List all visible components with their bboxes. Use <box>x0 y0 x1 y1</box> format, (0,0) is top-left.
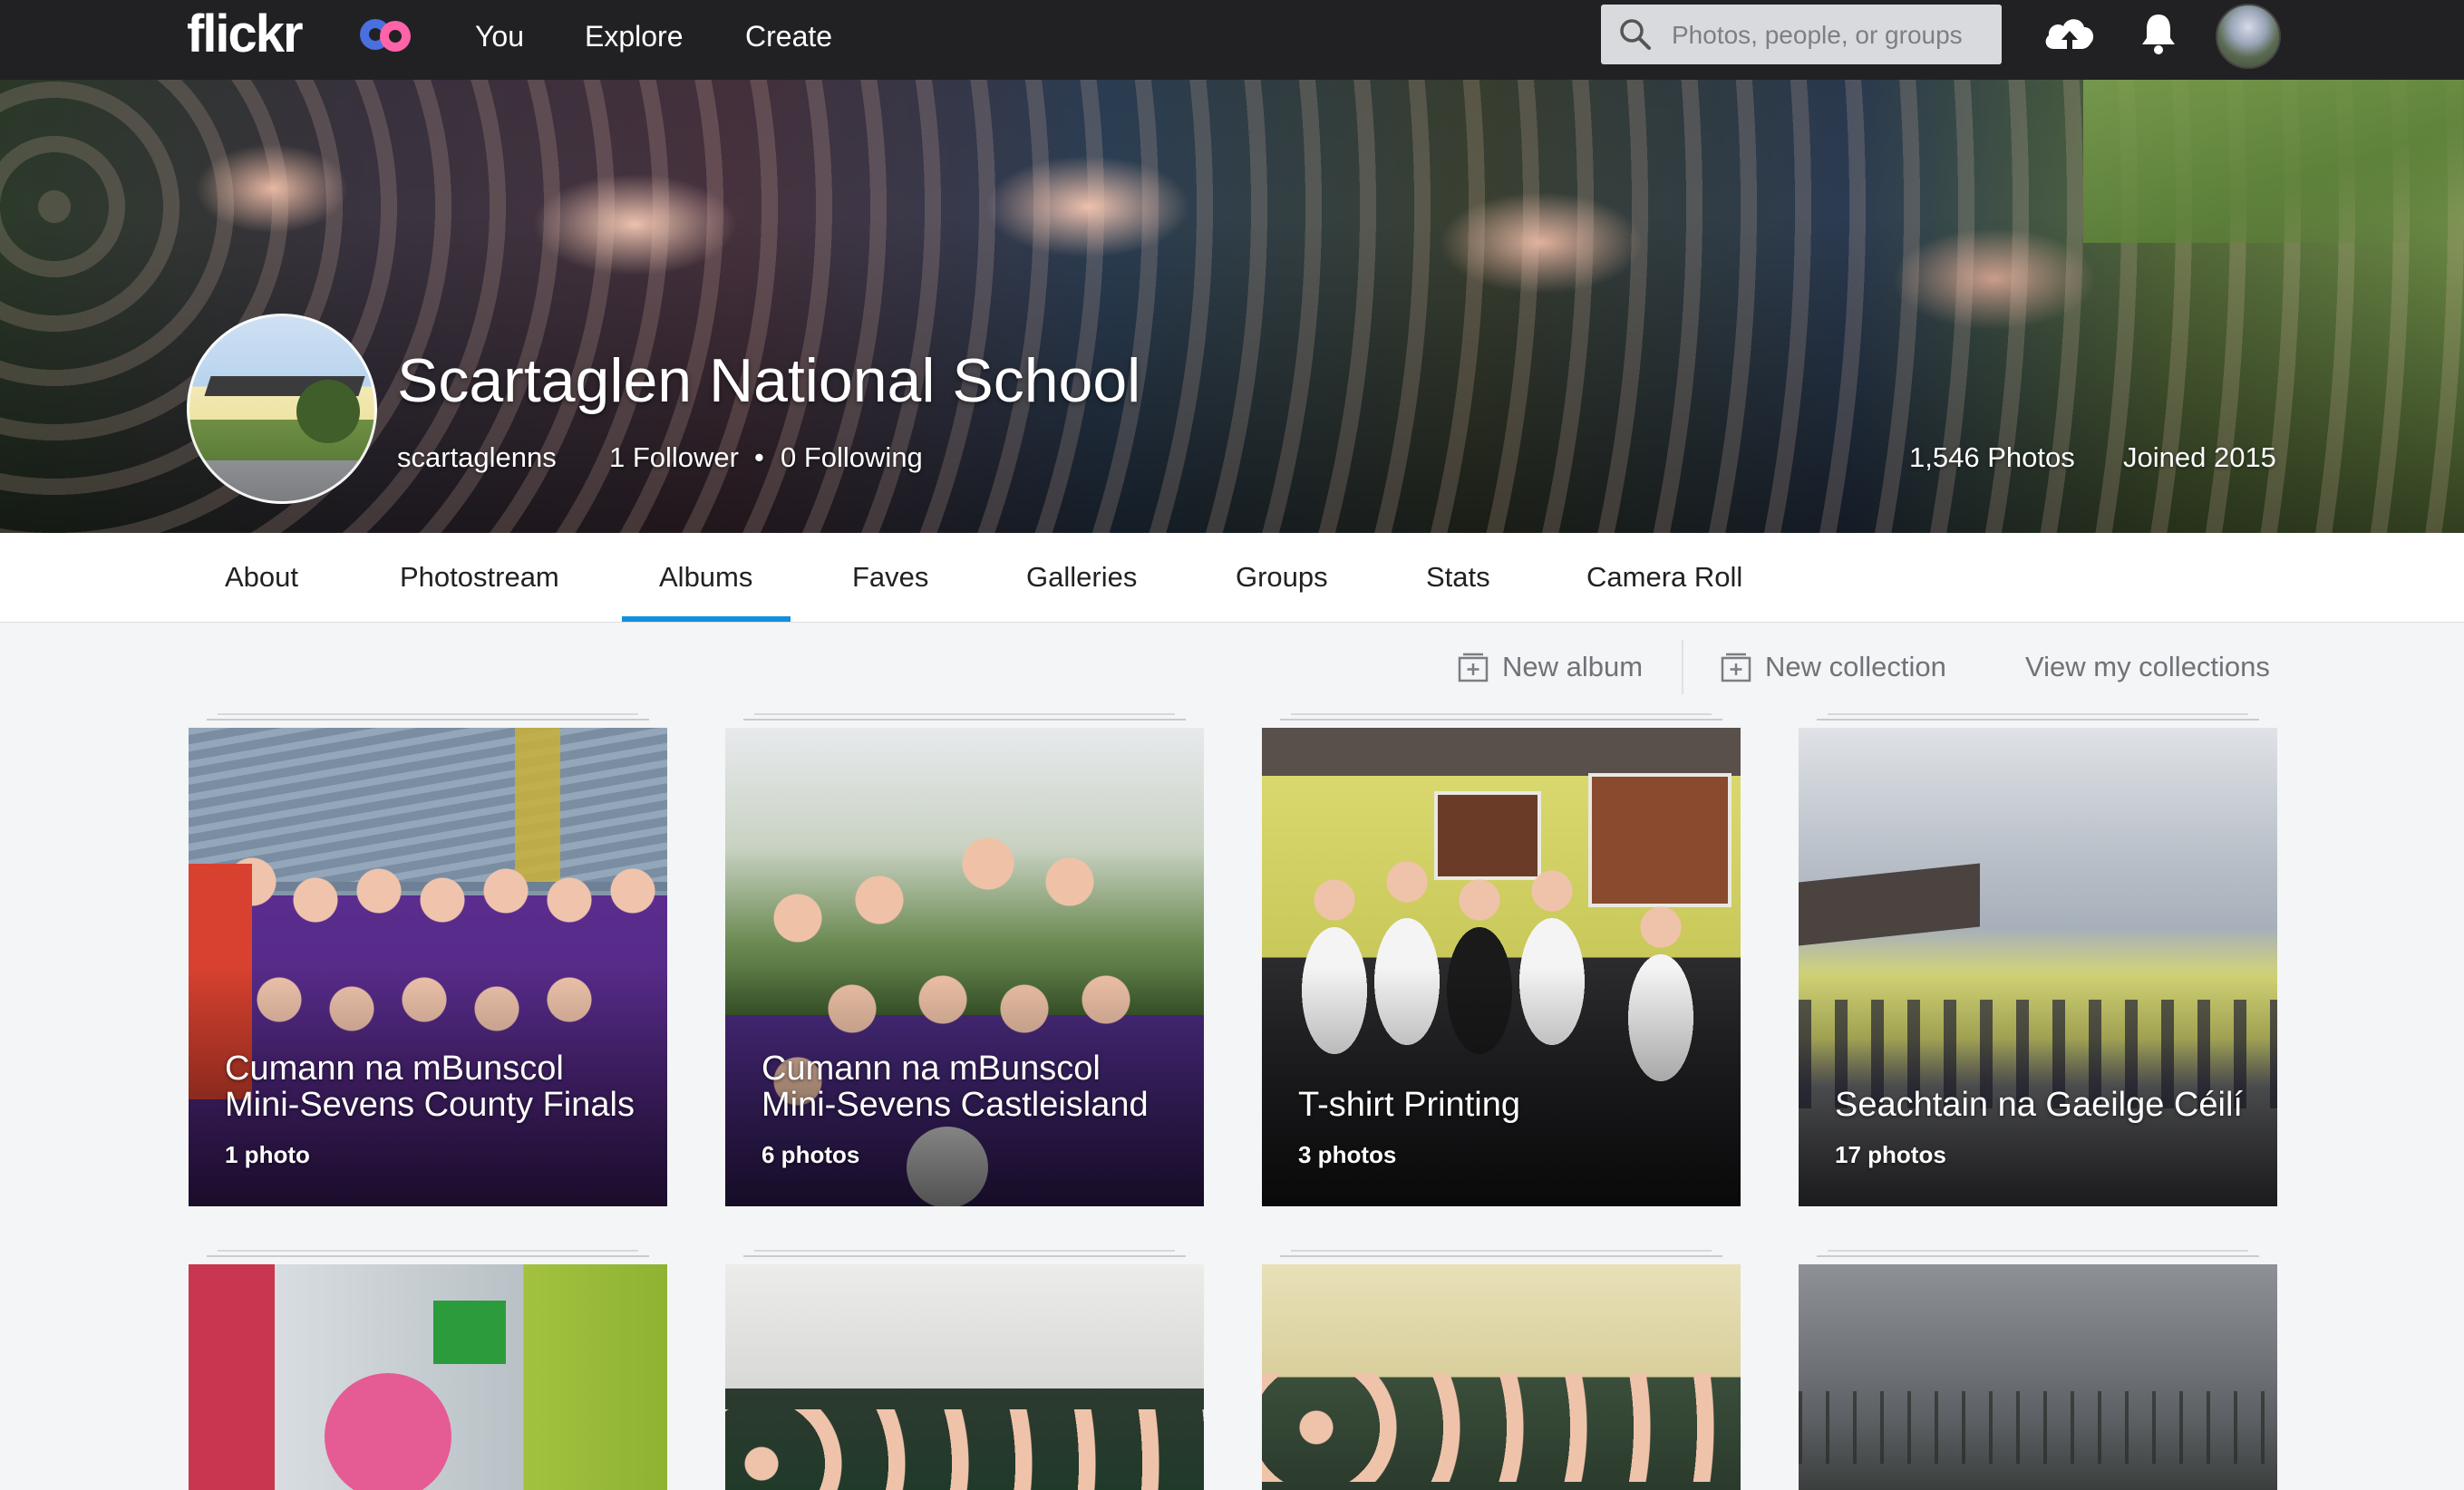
joined-date: Joined 2015 <box>2123 441 2276 473</box>
album-cover-image <box>189 1264 667 1490</box>
action-divider <box>1682 640 1683 694</box>
active-tab-indicator <box>622 616 791 622</box>
tab-stats[interactable]: Stats <box>1426 560 1490 595</box>
top-nav: flickr You Explore Create <box>0 0 2464 80</box>
profile-subnav: About Photostream Albums Faves Galleries… <box>0 533 2464 623</box>
upload-icon[interactable] <box>2042 13 2098 56</box>
album-card[interactable] <box>189 1250 667 1490</box>
album-card[interactable]: Cumann na mBunscol Mini-Sevens County Fi… <box>189 713 667 1206</box>
album-photo-count: 3 photos <box>1298 1141 1397 1168</box>
profile-avatar[interactable] <box>187 314 377 504</box>
album-title: T-shirt Printing <box>1298 1086 1520 1124</box>
search-input[interactable] <box>1670 14 1991 57</box>
view-collections-link[interactable]: View my collections <box>2025 649 2270 685</box>
add-album-icon <box>1458 653 1489 682</box>
nav-explore[interactable]: Explore <box>585 18 684 54</box>
tab-galleries[interactable]: Galleries <box>1026 560 1137 595</box>
album-card[interactable] <box>1262 1250 1741 1490</box>
album-title: Seachtain na Gaeilge Céilí <box>1835 1086 2243 1124</box>
album-title: Cumann na mBunscol Mini-Sevens County Fi… <box>225 1050 635 1124</box>
cover-photo <box>0 80 2464 533</box>
add-collection-icon <box>1721 653 1751 682</box>
new-collection-label: New collection <box>1765 651 1946 682</box>
search-icon <box>1620 19 1651 50</box>
following-link[interactable]: 0 Following <box>781 440 923 475</box>
nav-you[interactable]: You <box>475 18 524 54</box>
album-photo-count: 6 photos <box>762 1141 860 1168</box>
pro-badge-icon <box>360 19 411 52</box>
album-photo-count: 1 photo <box>225 1141 310 1168</box>
tab-faves[interactable]: Faves <box>852 560 928 595</box>
flickr-logo[interactable]: flickr <box>187 5 304 63</box>
profile-username: scartaglenns <box>397 441 557 473</box>
tab-photostream[interactable]: Photostream <box>400 560 559 595</box>
profile-display-name: Scartaglen National School <box>397 346 1141 415</box>
tab-groups[interactable]: Groups <box>1236 560 1328 595</box>
album-cover-image <box>725 1264 1204 1490</box>
tab-about[interactable]: About <box>225 560 298 595</box>
album-cover-image <box>1799 1264 2277 1490</box>
album-photo-count: 17 photos <box>1835 1141 1946 1168</box>
album-title: Cumann na mBunscol Mini-Sevens Castleisl… <box>762 1050 1149 1124</box>
user-avatar[interactable] <box>2216 4 2281 69</box>
new-album-label: New album <box>1502 651 1644 682</box>
album-card[interactable] <box>725 1250 1204 1490</box>
nav-create[interactable]: Create <box>745 18 832 54</box>
followers-link[interactable]: 1 Follower <box>609 440 739 475</box>
album-card[interactable]: T-shirt Printing 3 photos <box>1262 713 1741 1206</box>
album-cover-image <box>1262 1264 1741 1490</box>
album-card[interactable]: Seachtain na Gaeilge Céilí 17 photos <box>1799 713 2277 1206</box>
meta-separator-dot: • <box>754 441 764 473</box>
album-card[interactable] <box>1799 1250 2277 1490</box>
new-collection-button[interactable]: New collection <box>1721 649 1946 685</box>
new-album-button[interactable]: New album <box>1458 649 1644 685</box>
album-card[interactable]: Cumann na mBunscol Mini-Sevens Castleisl… <box>725 713 1204 1206</box>
photos-count: 1,546 Photos <box>1909 441 2075 473</box>
bell-icon[interactable] <box>2139 11 2178 56</box>
tab-camera-roll[interactable]: Camera Roll <box>1586 560 1742 595</box>
tab-albums[interactable]: Albums <box>659 560 752 595</box>
search-box[interactable] <box>1601 5 2002 64</box>
